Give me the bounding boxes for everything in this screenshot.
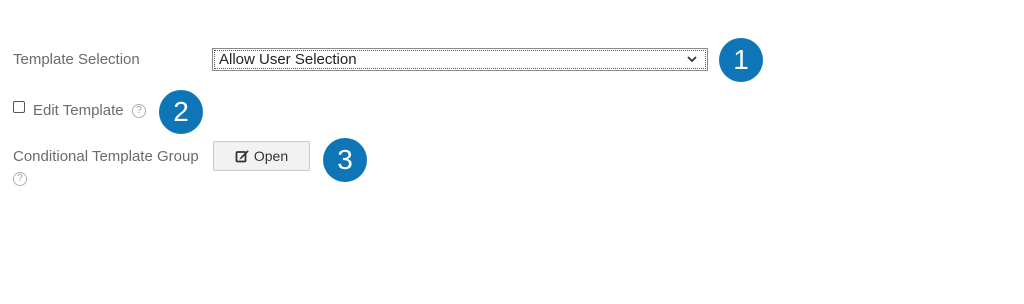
template-selection-dropdown[interactable]: Allow User Selection: [212, 48, 708, 71]
chevron-down-icon: [687, 56, 697, 63]
edit-template-checkbox[interactable]: [13, 101, 25, 113]
edit-icon: [235, 150, 249, 163]
help-icon[interactable]: ?: [13, 172, 27, 186]
open-button[interactable]: Open: [213, 141, 310, 171]
template-selection-value: Allow User Selection: [219, 51, 357, 68]
callout-badge-3: 3: [323, 138, 367, 182]
callout-badge-2: 2: [159, 90, 203, 134]
conditional-template-group-label: Conditional Template Group: [13, 148, 199, 165]
template-selection-label: Template Selection: [13, 51, 140, 68]
open-button-label: Open: [253, 148, 289, 164]
template-settings-panel: Template Selection Allow User Selection …: [0, 0, 1024, 304]
edit-template-label: Edit Template: [33, 102, 124, 119]
help-icon[interactable]: ?: [132, 104, 146, 118]
callout-badge-1: 1: [719, 38, 763, 82]
